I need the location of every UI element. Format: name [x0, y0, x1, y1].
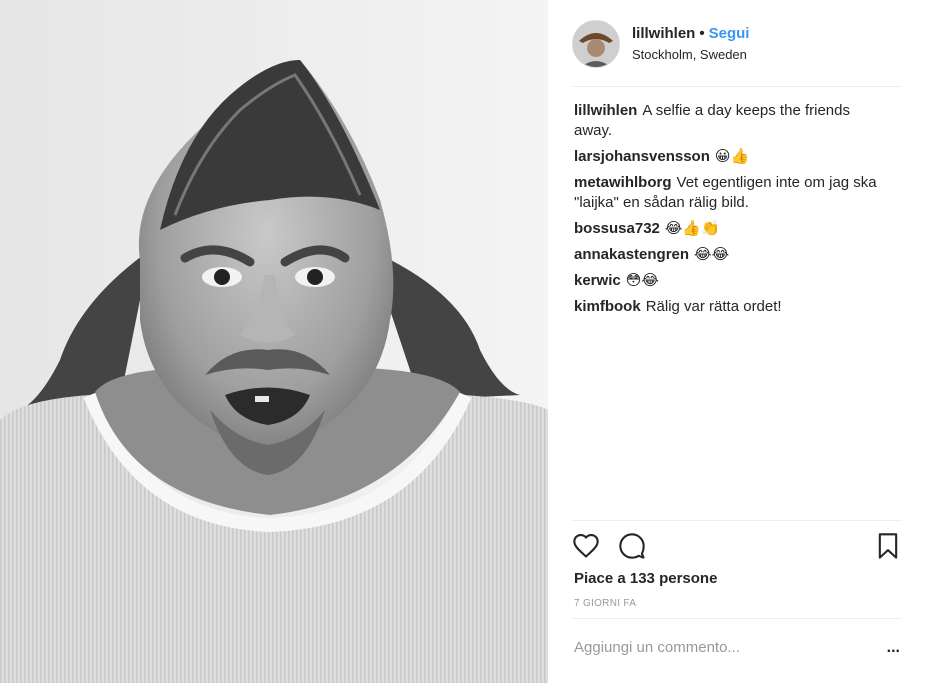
post-container: lillwihlen • Segui Stockholm, Sweden lillw…: [0, 0, 926, 683]
like-button[interactable]: [572, 532, 600, 560]
comment-username[interactable]: metawihlborg: [574, 174, 672, 191]
comment-icon: [619, 533, 645, 559]
comment-username[interactable]: kimfbook: [574, 298, 641, 315]
comment-item: kimfbook Rälig var rätta ordet!: [574, 297, 892, 317]
bookmark-icon: [878, 533, 898, 559]
selfie-photo: [0, 0, 548, 683]
post-sidebar: lillwihlen • Segui Stockholm, Sweden lillw…: [548, 0, 926, 683]
comment-username[interactable]: kerwic: [574, 272, 621, 289]
more-options-button[interactable]: ...: [887, 640, 900, 656]
add-comment-section: ...: [572, 618, 902, 679]
comment-item: annakastengren 😂😂: [574, 245, 892, 265]
comments-list: lillwihlen A selfie a day keeps the frien…: [574, 101, 892, 323]
avatar-photo: [573, 21, 619, 67]
avatar[interactable]: [572, 20, 620, 68]
comment-item: lillwihlen A selfie a day keeps the frien…: [574, 101, 892, 141]
comment-username[interactable]: annakastengren: [574, 246, 689, 263]
username-link[interactable]: lillwihlen: [632, 25, 695, 42]
location-link[interactable]: Stockholm, Sweden: [632, 47, 747, 62]
comment-item: metawihlborg Vet egentligen inte om jag s…: [574, 173, 892, 213]
comment-text: 😳😂: [625, 272, 659, 289]
header-user-line: lillwihlen • Segui: [632, 25, 749, 42]
comment-text: 😀👍: [714, 148, 750, 165]
comment-text: 😂😂: [694, 246, 730, 263]
comment-username[interactable]: larsjohansvensson: [574, 148, 710, 165]
follow-button[interactable]: Segui: [709, 25, 750, 42]
action-bar: [572, 520, 902, 571]
likes-count[interactable]: Piace a 133 persone: [574, 570, 717, 587]
add-comment-input[interactable]: [574, 639, 854, 656]
comment-item: bossusa732 😂👍👏: [574, 219, 892, 239]
comment-text: 😂👍👏: [664, 220, 720, 237]
comment-button[interactable]: [618, 532, 646, 560]
comment-item: larsjohansvensson 😀👍: [574, 147, 892, 167]
comment-username[interactable]: lillwihlen: [574, 102, 637, 119]
heart-icon: [573, 533, 599, 558]
comment-username[interactable]: bossusa732: [574, 220, 660, 237]
post-header: lillwihlen • Segui Stockholm, Sweden: [572, 16, 902, 87]
save-button[interactable]: [874, 532, 902, 560]
comment-text: Rälig var rätta ordet!: [645, 298, 782, 315]
comment-item: kerwic 😳😂: [574, 271, 892, 291]
post-timestamp[interactable]: 7 GIORNI FA: [574, 598, 636, 609]
separator-dot: •: [699, 25, 705, 42]
post-photo[interactable]: [0, 0, 548, 683]
